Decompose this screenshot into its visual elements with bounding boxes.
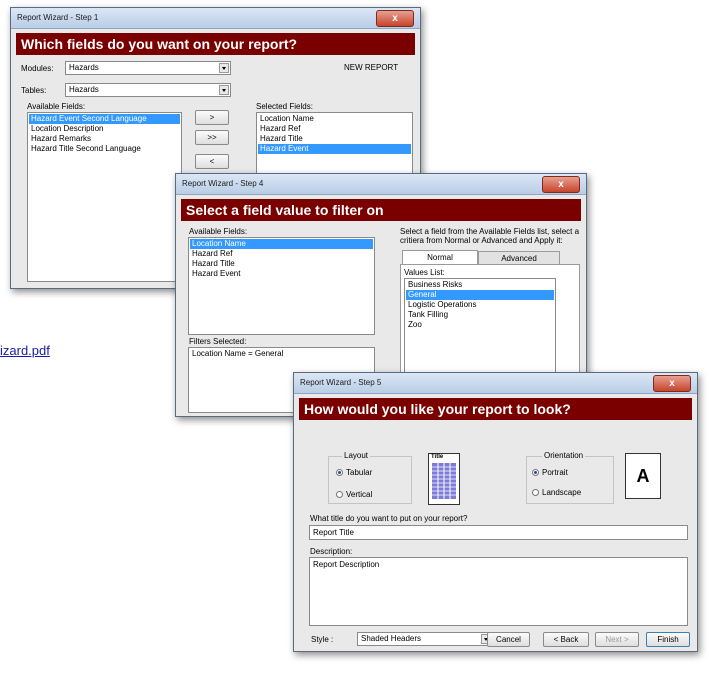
- close-button[interactable]: x: [653, 375, 691, 392]
- list-item[interactable]: General: [406, 290, 554, 300]
- orientation-portrait-radio[interactable]: Portrait: [532, 468, 568, 477]
- list-item[interactable]: Hazard Event: [258, 144, 411, 154]
- add-all-fields-button[interactable]: >>: [195, 130, 229, 145]
- preview-title-label: Title: [431, 454, 444, 460]
- new-report-label: NEW REPORT: [344, 63, 399, 72]
- radio-selected-icon: [532, 469, 539, 476]
- title-question-label: What title do you want to put on your re…: [310, 514, 468, 523]
- finish-button[interactable]: Finish: [646, 632, 690, 647]
- title-bar[interactable]: Report Wizard - Step 5 x: [294, 373, 697, 394]
- modules-dropdown[interactable]: Hazards: [65, 61, 231, 75]
- window-title: Report Wizard - Step 5: [300, 378, 382, 387]
- list-item[interactable]: Business Risks: [406, 280, 554, 290]
- report-wizard-step5-window: Report Wizard - Step 5 x How would you l…: [293, 372, 698, 652]
- back-button[interactable]: < Back: [543, 632, 589, 647]
- step-heading: How would you like your report to look?: [299, 398, 692, 420]
- list-item[interactable]: Location Description: [29, 124, 180, 134]
- chevron-down-icon[interactable]: [219, 85, 229, 95]
- list-item[interactable]: Location Name: [258, 114, 411, 124]
- layout-tabular-label: Tabular: [346, 468, 373, 477]
- list-item[interactable]: Hazard Remarks: [29, 134, 180, 144]
- list-item[interactable]: Location Name = General: [190, 349, 373, 359]
- window-title: Report Wizard - Step 4: [182, 179, 264, 188]
- portrait-label: Portrait: [542, 468, 568, 477]
- tab-advanced[interactable]: Advanced: [478, 251, 560, 265]
- layout-vertical-radio[interactable]: Vertical: [336, 490, 372, 499]
- radio-icon: [532, 489, 539, 496]
- layout-tabular-radio[interactable]: Tabular: [336, 468, 372, 477]
- list-item[interactable]: Hazard Title: [258, 134, 411, 144]
- list-item[interactable]: Hazard Ref: [258, 124, 411, 134]
- radio-selected-icon: [336, 469, 343, 476]
- landscape-label: Landscape: [542, 488, 582, 497]
- filters-selected-label: Filters Selected:: [189, 337, 247, 346]
- cancel-button[interactable]: Cancel: [487, 632, 530, 647]
- list-item[interactable]: Logistic Operations: [406, 300, 554, 310]
- report-description-input[interactable]: Report Description: [309, 557, 688, 626]
- title-bar[interactable]: Report Wizard - Step 1 x: [11, 8, 420, 29]
- filter-instructions: Select a field from the Available Fields…: [400, 227, 580, 245]
- list-item[interactable]: Location Name: [190, 239, 373, 249]
- orientation-landscape-radio[interactable]: Landscape: [532, 488, 581, 497]
- description-label: Description:: [310, 547, 353, 556]
- available-fields-label: Available Fields:: [189, 227, 248, 236]
- available-fields-list[interactable]: Location Name Hazard Ref Hazard Title Ha…: [188, 237, 375, 335]
- pdf-link[interactable]: izard.pdf: [0, 343, 50, 358]
- radio-icon: [336, 491, 343, 498]
- list-item[interactable]: Hazard Title: [190, 259, 373, 269]
- step-heading: Select a field value to filter on: [181, 199, 581, 221]
- available-fields-label: Available Fields:: [27, 102, 86, 111]
- available-fields-list[interactable]: Hazard Event Second Language Location De…: [27, 112, 182, 282]
- modules-value: Hazards: [69, 63, 99, 72]
- tables-dropdown[interactable]: Hazards: [65, 83, 231, 97]
- tabular-preview-icon: Title: [428, 453, 460, 505]
- values-list-label: Values List:: [404, 268, 445, 277]
- add-field-button[interactable]: >: [195, 110, 229, 125]
- list-item[interactable]: Hazard Event Second Language: [29, 114, 180, 124]
- close-button[interactable]: x: [542, 176, 580, 193]
- tables-label: Tables:: [21, 86, 47, 95]
- style-value: Shaded Headers: [361, 634, 422, 643]
- tab-normal[interactable]: Normal: [402, 250, 478, 265]
- list-item[interactable]: Hazard Ref: [190, 249, 373, 259]
- step-heading: Which fields do you want on your report?: [16, 33, 415, 55]
- tables-value: Hazards: [69, 85, 99, 94]
- report-title-input[interactable]: Report Title: [309, 525, 688, 540]
- style-dropdown[interactable]: Shaded Headers: [357, 632, 493, 646]
- layout-label: Layout: [342, 451, 371, 460]
- table-grid-icon: [432, 463, 456, 499]
- list-item[interactable]: Tank Filling: [406, 310, 554, 320]
- orientation-label: Orientation: [542, 451, 586, 460]
- window-title: Report Wizard - Step 1: [17, 13, 99, 22]
- close-button[interactable]: x: [376, 10, 414, 27]
- list-item[interactable]: Hazard Event: [190, 269, 373, 279]
- list-item[interactable]: Hazard Title Second Language: [29, 144, 180, 154]
- next-button[interactable]: Next >: [595, 632, 639, 647]
- layout-vertical-label: Vertical: [346, 490, 373, 499]
- modules-label: Modules:: [21, 64, 54, 73]
- list-item[interactable]: Zoo: [406, 320, 554, 330]
- chevron-down-icon[interactable]: [219, 63, 229, 73]
- remove-field-button[interactable]: <: [195, 154, 229, 169]
- orientation-letter: A: [636, 466, 650, 486]
- portrait-page-icon: A: [625, 453, 661, 499]
- style-label: Style :: [311, 635, 334, 644]
- selected-fields-label: Selected Fields:: [256, 102, 313, 111]
- title-bar[interactable]: Report Wizard - Step 4 x: [176, 174, 586, 195]
